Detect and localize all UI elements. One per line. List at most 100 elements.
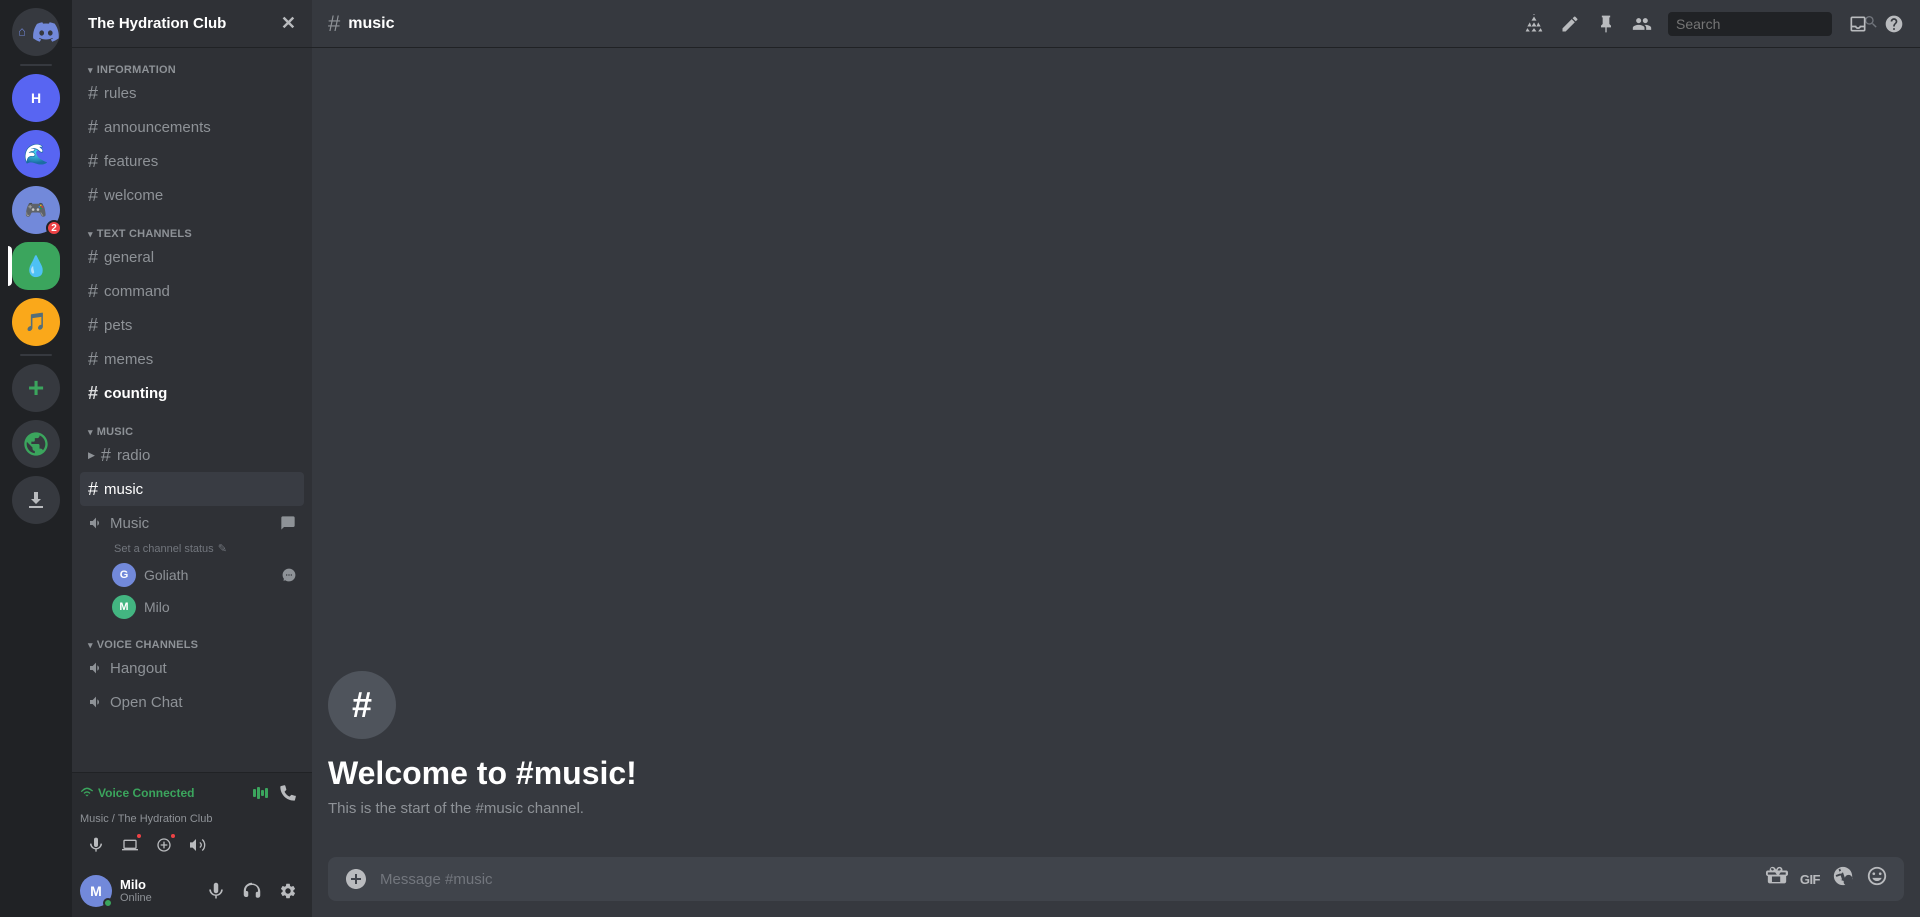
channel-intro-title: Welcome to #music! bbox=[328, 755, 1904, 792]
top-bar-channel: # music bbox=[328, 11, 395, 37]
channel-name-hangout: Hangout bbox=[110, 660, 296, 677]
user-avatar: M bbox=[80, 875, 112, 907]
user-area: M Milo Online bbox=[72, 865, 312, 917]
channel-rules[interactable]: # rules bbox=[80, 76, 304, 110]
channel-sidebar: The Hydration Club ✕ ▾ INFORMATION # rul… bbox=[72, 0, 312, 917]
inbox-icon[interactable] bbox=[1848, 14, 1868, 34]
voice-mute-button[interactable] bbox=[80, 829, 112, 861]
goliath-name: Goliath bbox=[144, 567, 188, 583]
server-icon-active[interactable]: 💧 bbox=[12, 242, 60, 290]
discord-home-button[interactable]: ⌂ bbox=[12, 8, 60, 56]
voice-disconnect-button[interactable] bbox=[272, 777, 304, 809]
gif-icon[interactable]: GIF bbox=[1800, 872, 1820, 887]
channel-name-rules: rules bbox=[104, 85, 296, 102]
channel-name-counting: counting bbox=[104, 385, 296, 402]
category-arrow-information: ▾ bbox=[88, 65, 93, 76]
music-status-edit-icon: ✎ bbox=[218, 542, 227, 555]
sticker-icon[interactable] bbox=[1832, 865, 1854, 893]
download-apps-button[interactable] bbox=[12, 476, 60, 524]
emoji-icon[interactable] bbox=[1866, 865, 1888, 893]
voice-sound-button[interactable] bbox=[182, 829, 214, 861]
channel-pets[interactable]: # pets bbox=[80, 308, 304, 342]
server-icon-2[interactable]: 🌊 bbox=[12, 130, 60, 178]
channel-name-open-chat: Open Chat bbox=[110, 694, 296, 711]
explore-servers-button[interactable] bbox=[12, 420, 60, 468]
search-input[interactable] bbox=[1676, 16, 1857, 32]
channel-name-music: music bbox=[104, 481, 296, 498]
boost-icon[interactable] bbox=[1524, 14, 1544, 34]
top-bar: # music bbox=[312, 0, 1920, 48]
server-list: ⌂ H 🌊 🎮 2 💧 🎵 + bbox=[0, 0, 72, 917]
pencil-icon[interactable] bbox=[1560, 14, 1580, 34]
music-status-text: Set a channel status bbox=[114, 543, 214, 555]
channel-intro-desc: This is the start of the #music channel. bbox=[328, 800, 1904, 817]
hash-icon-music: # bbox=[88, 479, 98, 500]
headphone-toggle-button[interactable] bbox=[236, 875, 268, 907]
wifi-icon bbox=[80, 786, 94, 800]
music-channel-status[interactable]: Set a channel status ✎ bbox=[80, 540, 304, 559]
hash-icon-general: # bbox=[88, 247, 98, 268]
voice-user-milo[interactable]: M Milo bbox=[80, 591, 304, 623]
channel-general[interactable]: # general bbox=[80, 240, 304, 274]
message-input-box: GIF bbox=[328, 857, 1904, 901]
top-bar-hash-icon: # bbox=[328, 11, 340, 37]
channels-list: ▾ INFORMATION # rules # announcements # … bbox=[72, 48, 312, 772]
channel-name-pets: pets bbox=[104, 317, 296, 334]
channel-name-radio: radio bbox=[117, 447, 296, 464]
message-input-area: GIF bbox=[312, 857, 1920, 917]
pin-icon[interactable] bbox=[1596, 14, 1616, 34]
members-icon[interactable] bbox=[1632, 14, 1652, 34]
server-name: The Hydration Club bbox=[88, 15, 226, 32]
hash-icon-pets: # bbox=[88, 315, 98, 336]
category-text-label[interactable]: ▾ TEXT CHANNELS bbox=[80, 228, 304, 240]
channel-features[interactable]: # features bbox=[80, 144, 304, 178]
milo-avatar: M bbox=[112, 595, 136, 619]
channel-music[interactable]: # music bbox=[80, 472, 304, 506]
category-voice-label[interactable]: ▾ VOICE CHANNELS bbox=[80, 639, 304, 651]
user-info: Milo Online bbox=[120, 877, 192, 906]
voice-user-goliath[interactable]: G Goliath bbox=[80, 559, 304, 591]
voice-screen-share-button[interactable] bbox=[114, 829, 146, 861]
mic-toggle-button[interactable] bbox=[200, 875, 232, 907]
channel-name-announcements: announcements bbox=[104, 119, 296, 136]
user-status-text: Online bbox=[120, 892, 192, 905]
category-arrow-music: ▾ bbox=[88, 427, 93, 438]
category-arrow-text: ▾ bbox=[88, 229, 93, 240]
message-attach-button[interactable] bbox=[344, 867, 368, 891]
hash-icon-features: # bbox=[88, 151, 98, 172]
gift-icon[interactable] bbox=[1766, 865, 1788, 893]
category-music-label[interactable]: ▾ MUSIC bbox=[80, 426, 304, 438]
top-bar-channel-name: music bbox=[348, 15, 394, 33]
voice-activities-button[interactable] bbox=[148, 829, 180, 861]
user-controls bbox=[200, 875, 304, 907]
channel-intro-icon: # bbox=[328, 671, 396, 739]
channel-command[interactable]: # command bbox=[80, 274, 304, 308]
user-display-name: Milo bbox=[120, 877, 192, 893]
voice-channel-music[interactable]: Music bbox=[80, 506, 304, 540]
main-area: # music bbox=[312, 0, 1920, 917]
chat-icon-music bbox=[280, 515, 296, 531]
channel-counting[interactable]: # counting bbox=[80, 376, 304, 410]
server-icon-1[interactable]: H bbox=[12, 74, 60, 122]
voice-wave-icon bbox=[253, 777, 268, 809]
user-settings-button[interactable] bbox=[272, 875, 304, 907]
channel-open-chat[interactable]: Open Chat bbox=[80, 685, 304, 719]
search-bar[interactable] bbox=[1668, 12, 1832, 36]
server-name-header[interactable]: The Hydration Club ✕ bbox=[72, 0, 312, 48]
channel-radio[interactable]: ▶ # radio bbox=[80, 438, 304, 472]
message-text-input[interactable] bbox=[380, 871, 1754, 888]
channel-memes[interactable]: # memes bbox=[80, 342, 304, 376]
speaker-icon-open-chat bbox=[88, 694, 104, 710]
help-icon[interactable] bbox=[1884, 14, 1904, 34]
channel-announcements[interactable]: # announcements bbox=[80, 110, 304, 144]
top-bar-icons bbox=[1524, 12, 1904, 36]
channel-hangout[interactable]: Hangout bbox=[80, 651, 304, 685]
channel-welcome[interactable]: # welcome bbox=[80, 178, 304, 212]
server-icon-3[interactable]: 🎮 2 bbox=[12, 186, 60, 234]
server-icon-5[interactable]: 🎵 bbox=[12, 298, 60, 346]
category-information-label[interactable]: ▾ INFORMATION bbox=[80, 64, 304, 76]
category-music: ▾ MUSIC ▶ # radio # music Music bbox=[80, 426, 304, 623]
speaker-icon-music bbox=[88, 515, 104, 531]
hash-icon-counting: # bbox=[88, 383, 98, 404]
add-server-button[interactable]: + bbox=[12, 364, 60, 412]
